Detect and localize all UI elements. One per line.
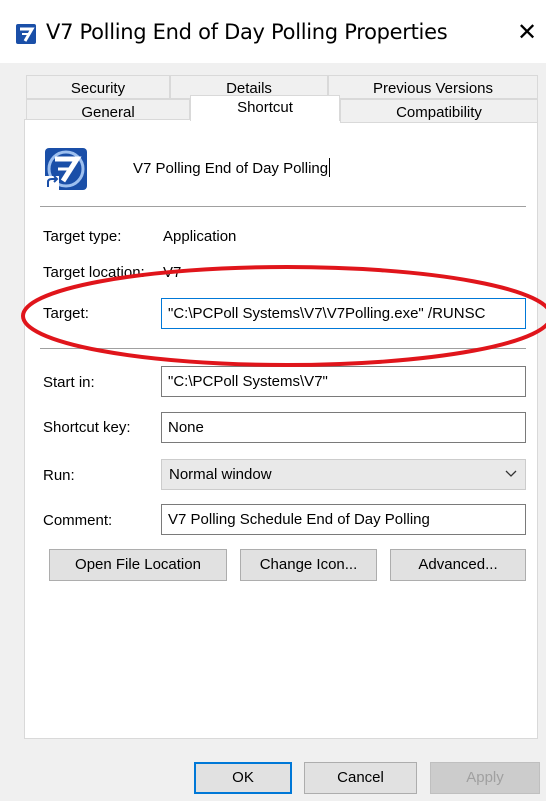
- target-type-value: Application: [163, 228, 237, 245]
- window-title: V7 Polling End of Day Polling Properties: [46, 20, 448, 44]
- text-caret: [329, 158, 331, 177]
- comment-input[interactable]: V7 Polling Schedule End of Day Polling: [161, 504, 526, 535]
- separator-2: [40, 348, 526, 349]
- tab-compatibility[interactable]: Compatibility: [340, 99, 538, 123]
- target-label: Target:: [43, 305, 89, 322]
- ok-button[interactable]: OK: [194, 762, 292, 794]
- run-select-value: Normal window: [169, 466, 272, 483]
- v7-logo-icon: [16, 24, 36, 44]
- target-location-value: V7: [163, 264, 182, 281]
- shortcut-icon[interactable]: [43, 146, 89, 192]
- tab-shortcut[interactable]: Shortcut: [190, 95, 340, 121]
- apply-button[interactable]: Apply: [430, 762, 540, 794]
- cancel-button[interactable]: Cancel: [304, 762, 417, 794]
- title-bar: V7 Polling End of Day Polling Properties…: [0, 0, 546, 63]
- chevron-down-icon: [505, 460, 517, 499]
- tab-previous-versions[interactable]: Previous Versions: [328, 75, 538, 99]
- start-in-input[interactable]: "C:\PCPoll Systems\V7": [161, 366, 526, 397]
- open-file-location-button[interactable]: Open File Location: [49, 549, 227, 581]
- target-location-label: Target location:: [43, 264, 145, 281]
- start-in-label: Start in:: [43, 374, 95, 391]
- advanced-button[interactable]: Advanced...: [390, 549, 526, 581]
- shortcut-key-label: Shortcut key:: [43, 419, 131, 436]
- close-button[interactable]: ✕: [512, 16, 542, 48]
- target-input[interactable]: "C:\PCPoll Systems\V7\V7Polling.exe" /RU…: [161, 298, 526, 329]
- change-icon-button[interactable]: Change Icon...: [240, 549, 377, 581]
- comment-label: Comment:: [43, 512, 113, 529]
- window-edge: [0, 63, 9, 801]
- tab-security[interactable]: Security: [26, 75, 170, 99]
- run-select[interactable]: Normal window: [161, 459, 526, 490]
- shortcut-name-text: V7 Polling End of Day Polling: [133, 160, 329, 177]
- shortcut-name-field[interactable]: V7 Polling End of Day Polling: [133, 158, 331, 177]
- shortcut-key-input[interactable]: None: [161, 412, 526, 443]
- separator-1: [40, 206, 526, 207]
- run-label: Run:: [43, 467, 75, 484]
- target-type-label: Target type:: [43, 228, 122, 245]
